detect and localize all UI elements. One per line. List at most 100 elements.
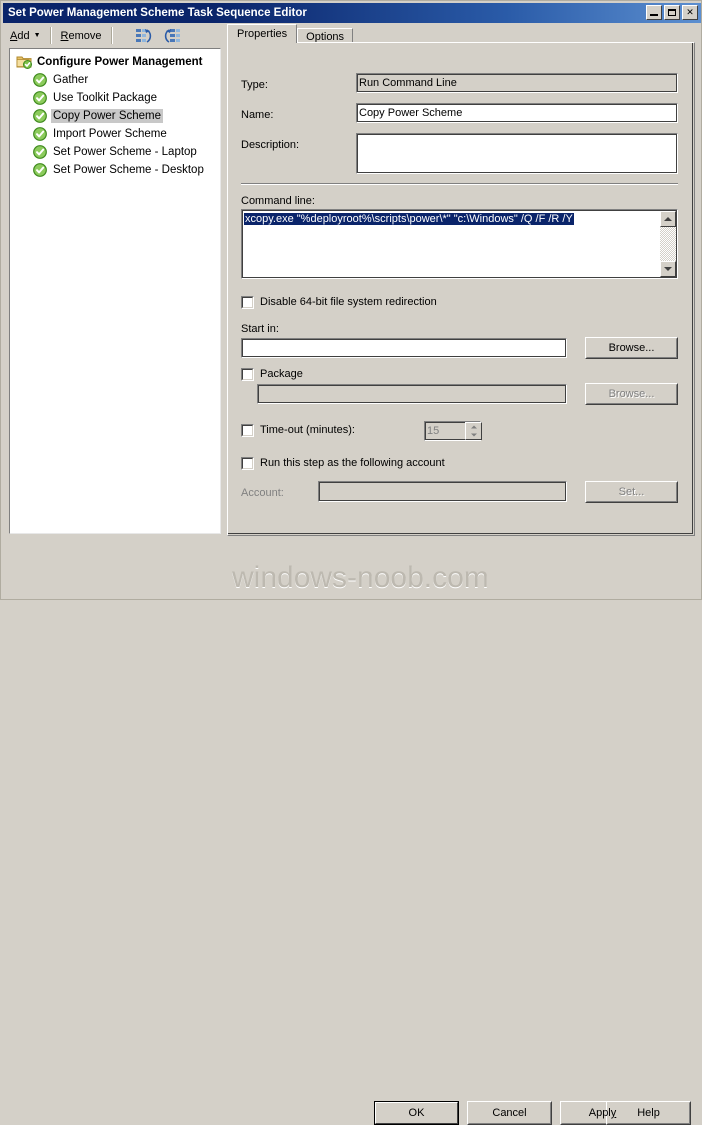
folder-check-icon (16, 54, 32, 70)
add-button[interactable]: Add ▼ (4, 25, 47, 46)
tab-properties-label: Properties (237, 28, 288, 40)
tree-item-set-power-scheme-laptop[interactable]: Set Power Scheme - Laptop (10, 143, 220, 161)
ok-button[interactable]: OK (374, 1101, 459, 1125)
green-check-icon (32, 126, 48, 142)
window-controls: ✕ (646, 5, 698, 20)
task-sequence-tree[interactable]: Configure Power Management Gather Use To… (9, 48, 221, 534)
tree-item-copy-power-scheme[interactable]: Copy Power Scheme (10, 107, 220, 125)
package-value (260, 387, 564, 401)
help-button[interactable]: Help (606, 1101, 691, 1125)
tab-strip: Properties Options (227, 24, 354, 45)
tree-item-import-power-scheme[interactable]: Import Power Scheme (10, 125, 220, 143)
cancel-button-label: Cancel (492, 1107, 527, 1119)
start-in-input[interactable] (241, 338, 567, 358)
green-check-icon (32, 108, 48, 124)
tree-item-set-power-scheme-desktop[interactable]: Set Power Scheme - Desktop (10, 161, 220, 179)
tree-item-label: Gather (53, 74, 89, 86)
start-in-browse-label: Browse... (608, 342, 655, 354)
disable-redirection-checkbox-row[interactable]: Disable 64-bit file system redirection (241, 296, 437, 309)
command-line-label: Command line: (241, 195, 315, 207)
type-value: Run Command Line (359, 77, 457, 89)
start-in-label: Start in: (241, 323, 279, 335)
account-input (318, 481, 567, 502)
task-sequence-editor-window: Set Power Management Scheme Task Sequenc… (0, 0, 702, 1125)
minimize-button[interactable] (646, 5, 662, 20)
account-set-button: Set... (585, 481, 678, 503)
type-field: Run Command Line (356, 73, 678, 93)
command-line-scrollbar[interactable] (660, 211, 676, 277)
section-divider (241, 183, 678, 185)
account-set-label: Set... (618, 486, 645, 498)
description-input[interactable] (356, 133, 678, 174)
cancel-button[interactable]: Cancel (467, 1101, 552, 1125)
stepper-down-icon (466, 431, 481, 439)
tree-item-label: Use Toolkit Package (53, 92, 157, 104)
command-line-input[interactable]: xcopy.exe "%deployroot%\scripts\power\*"… (241, 209, 678, 279)
scrollbar-track[interactable] (660, 227, 676, 261)
apply-button-label: Apply (588, 1107, 617, 1119)
tree-root-label: Configure Power Management (37, 56, 203, 68)
remove-button[interactable]: Remove (55, 25, 108, 46)
minimize-icon (650, 14, 658, 16)
maximize-icon (668, 9, 676, 16)
green-check-icon (32, 144, 48, 160)
description-value (359, 136, 675, 171)
green-check-icon (32, 162, 48, 178)
package-checkbox[interactable] (241, 368, 254, 381)
help-button-label: Help (637, 1107, 660, 1119)
name-value: Copy Power Scheme (359, 107, 463, 119)
close-button[interactable]: ✕ (682, 5, 698, 20)
timeout-checkbox[interactable] (241, 424, 254, 437)
tree-root-node[interactable]: Configure Power Management (10, 53, 220, 71)
package-checkbox-row[interactable]: Package (241, 368, 303, 381)
toolbar-separator-1 (49, 27, 52, 44)
run-as-checkbox[interactable] (241, 457, 254, 470)
close-icon: ✕ (686, 7, 694, 17)
tree-item-label: Import Power Scheme (53, 128, 167, 140)
green-check-icon (32, 90, 48, 106)
scroll-up-icon[interactable] (660, 211, 676, 227)
command-line-value-wrap: xcopy.exe "%deployroot%\scripts\power\*"… (244, 212, 658, 276)
run-as-checkbox-row[interactable]: Run this step as the following account (241, 457, 445, 470)
remove-button-label: Remove (60, 29, 102, 42)
command-line-value: xcopy.exe "%deployroot%\scripts\power\*"… (244, 213, 574, 225)
green-check-icon (32, 72, 48, 88)
description-label: Description: (241, 139, 300, 151)
title-bar[interactable]: Set Power Management Scheme Task Sequenc… (3, 3, 701, 23)
name-label: Name: (241, 109, 274, 121)
account-value (321, 484, 564, 499)
properties-panel-inner: Type: Run Command Line Name: Copy Power … (228, 43, 693, 534)
timeout-stepper (465, 422, 482, 440)
toolbar-separator-2 (110, 27, 113, 44)
tree-item-use-toolkit-package[interactable]: Use Toolkit Package (10, 89, 220, 107)
editor-tabs: Properties Options Type: Run Command Lin… (227, 24, 695, 536)
account-label: Account: (241, 487, 284, 499)
maximize-button[interactable] (664, 5, 680, 20)
add-button-label: Add (10, 29, 30, 42)
toolbar: Add ▼ Remove (4, 24, 222, 47)
disable-redirection-checkbox[interactable] (241, 296, 254, 309)
chevron-down-icon: ▼ (33, 32, 41, 39)
start-in-browse-button[interactable]: Browse... (585, 337, 678, 359)
package-label: Package (260, 368, 303, 380)
tab-properties[interactable]: Properties (227, 24, 298, 43)
tree-item-label: Set Power Scheme - Laptop (53, 146, 197, 158)
ok-button-label: OK (408, 1107, 425, 1119)
disable-redirection-label: Disable 64-bit file system redirection (260, 296, 437, 308)
timeout-label: Time-out (minutes): (260, 424, 355, 436)
move-up-icon[interactable] (134, 26, 156, 46)
window-title: Set Power Management Scheme Task Sequenc… (8, 7, 307, 19)
name-input[interactable]: Copy Power Scheme (356, 103, 678, 123)
type-label: Type: (241, 79, 268, 91)
tree-item-gather[interactable]: Gather (10, 71, 220, 89)
scroll-down-icon[interactable] (660, 261, 676, 277)
move-down-icon[interactable] (160, 26, 182, 46)
package-browse-label: Browse... (608, 388, 655, 400)
dialog-footer: OK Cancel Apply Help (1, 537, 702, 1125)
package-input (257, 384, 567, 404)
tree-item-label: Set Power Scheme - Desktop (53, 164, 204, 176)
properties-panel: Type: Run Command Line Name: Copy Power … (227, 42, 695, 536)
stepper-up-icon (466, 423, 481, 431)
timeout-checkbox-row[interactable]: Time-out (minutes): (241, 424, 355, 437)
run-as-label: Run this step as the following account (260, 457, 445, 469)
